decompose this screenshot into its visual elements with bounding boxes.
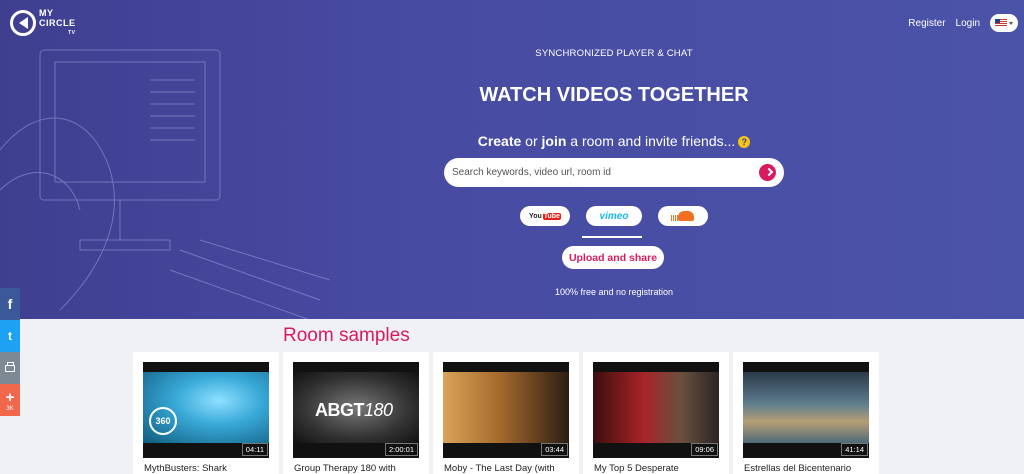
sub-join: join bbox=[541, 133, 567, 149]
video-thumbnail[interactable]: 41:14 bbox=[743, 362, 869, 458]
room-card-title[interactable]: MythBusters: Shark bbox=[144, 463, 227, 474]
upload-and-share-button[interactable]: Upload and share bbox=[562, 246, 664, 269]
share-bar: f t +3K bbox=[0, 288, 20, 416]
360-icon: 360 bbox=[149, 407, 177, 435]
soundcloud-logo-icon bbox=[670, 211, 696, 221]
hero-kicker: SYNCHRONIZED PLAYER & CHAT bbox=[535, 48, 693, 59]
hero-section: MY CIRCLE TV Register Login SYNCHRONIZED… bbox=[0, 0, 1024, 319]
plus-icon: + bbox=[5, 388, 15, 406]
overlay-bold: ABGT bbox=[315, 400, 365, 420]
thumbnail-image bbox=[743, 372, 869, 443]
room-card-title[interactable]: Group Therapy 180 with bbox=[294, 463, 396, 474]
room-card-title[interactable]: Estrellas del Bicentenario bbox=[744, 463, 851, 474]
search-bar bbox=[444, 158, 784, 187]
room-card[interactable]: ABGT180 2:00:01 Group Therapy 180 with bbox=[283, 352, 429, 474]
share-count: 3K bbox=[6, 405, 14, 412]
logo-line1: MY bbox=[39, 8, 54, 18]
youtube-you: You bbox=[529, 212, 542, 220]
provider-youtube-button[interactable]: You Tube bbox=[520, 206, 570, 226]
top-nav: Register Login bbox=[908, 14, 1018, 32]
youtube-logo-icon: You Tube bbox=[529, 212, 561, 220]
provider-soundcloud-button[interactable] bbox=[658, 206, 708, 226]
provider-vimeo-button[interactable]: vimeo bbox=[586, 206, 642, 226]
facebook-icon: f bbox=[7, 296, 13, 312]
duration-badge: 09:06 bbox=[691, 443, 718, 456]
video-thumbnail[interactable]: 03:44 bbox=[443, 362, 569, 458]
active-provider-indicator bbox=[582, 236, 642, 238]
sub-rest: a room and invite friends... bbox=[566, 133, 736, 149]
play-back-icon bbox=[10, 10, 36, 36]
room-card-title[interactable]: My Top 5 Desperate bbox=[594, 463, 679, 474]
vimeo-logo-icon: vimeo bbox=[599, 210, 629, 222]
twitter-icon: t bbox=[8, 329, 12, 343]
room-card[interactable]: 03:44 Moby - The Last Day (with bbox=[433, 352, 579, 474]
register-link[interactable]: Register bbox=[908, 18, 945, 29]
overlay-light: 180 bbox=[364, 400, 393, 420]
sub-or: or bbox=[521, 133, 542, 149]
hero-headline: WATCH VIDEOS TOGETHER bbox=[479, 84, 749, 106]
thumbnail-image bbox=[443, 372, 569, 443]
duration-badge: 04:11 bbox=[241, 443, 268, 456]
more-share-button[interactable]: +3K bbox=[0, 384, 20, 416]
thumbnail-image: ABGT180 bbox=[293, 372, 419, 443]
sub-create: Create bbox=[477, 133, 522, 149]
login-link[interactable]: Login bbox=[956, 18, 980, 29]
free-note: 100% free and no registration bbox=[554, 287, 674, 297]
printer-icon bbox=[5, 361, 15, 372]
thumbnail-image: 360 bbox=[143, 372, 269, 443]
thumbnail-overlay-text: ABGT180 bbox=[315, 400, 393, 421]
youtube-tube: Tube bbox=[542, 212, 561, 220]
room-samples-list: 360 04:11 MythBusters: Shark ABGT180 2:0… bbox=[133, 352, 879, 474]
duration-badge: 2:00:01 bbox=[384, 443, 418, 456]
language-selector[interactable] bbox=[990, 14, 1018, 32]
help-icon[interactable]: ? bbox=[738, 136, 751, 148]
site-logo[interactable]: MY CIRCLE TV bbox=[10, 8, 76, 38]
chevron-down-icon bbox=[1009, 21, 1013, 25]
logo-text: MY CIRCLE TV bbox=[39, 8, 76, 38]
logo-suffix: TV bbox=[68, 30, 76, 36]
room-card-title[interactable]: Moby - The Last Day (with bbox=[444, 463, 555, 474]
video-thumbnail[interactable]: ABGT180 2:00:01 bbox=[293, 362, 419, 458]
facebook-share-button[interactable]: f bbox=[0, 288, 20, 320]
provider-tabs: You Tube vimeo bbox=[520, 206, 708, 226]
us-flag-icon bbox=[995, 19, 1007, 27]
thumbnail-image bbox=[593, 372, 719, 443]
video-thumbnail[interactable]: 09:06 bbox=[593, 362, 719, 458]
print-button[interactable] bbox=[0, 352, 20, 384]
video-thumbnail[interactable]: 360 04:11 bbox=[143, 362, 269, 458]
arrow-right-icon[interactable] bbox=[759, 164, 776, 181]
twitter-share-button[interactable]: t bbox=[0, 320, 20, 352]
hero-subtitle: Create or join a room and invite friends… bbox=[0, 133, 1024, 149]
room-card[interactable]: 09:06 My Top 5 Desperate bbox=[583, 352, 729, 474]
hero-illustration bbox=[0, 49, 330, 319]
room-samples-heading: Room samples bbox=[283, 325, 410, 346]
logo-line2: CIRCLE bbox=[39, 18, 76, 28]
room-card[interactable]: 41:14 Estrellas del Bicentenario bbox=[733, 352, 879, 474]
room-card[interactable]: 360 04:11 MythBusters: Shark bbox=[133, 352, 279, 474]
duration-badge: 41:14 bbox=[841, 443, 868, 456]
duration-badge: 03:44 bbox=[541, 443, 568, 456]
search-input[interactable] bbox=[452, 158, 752, 187]
